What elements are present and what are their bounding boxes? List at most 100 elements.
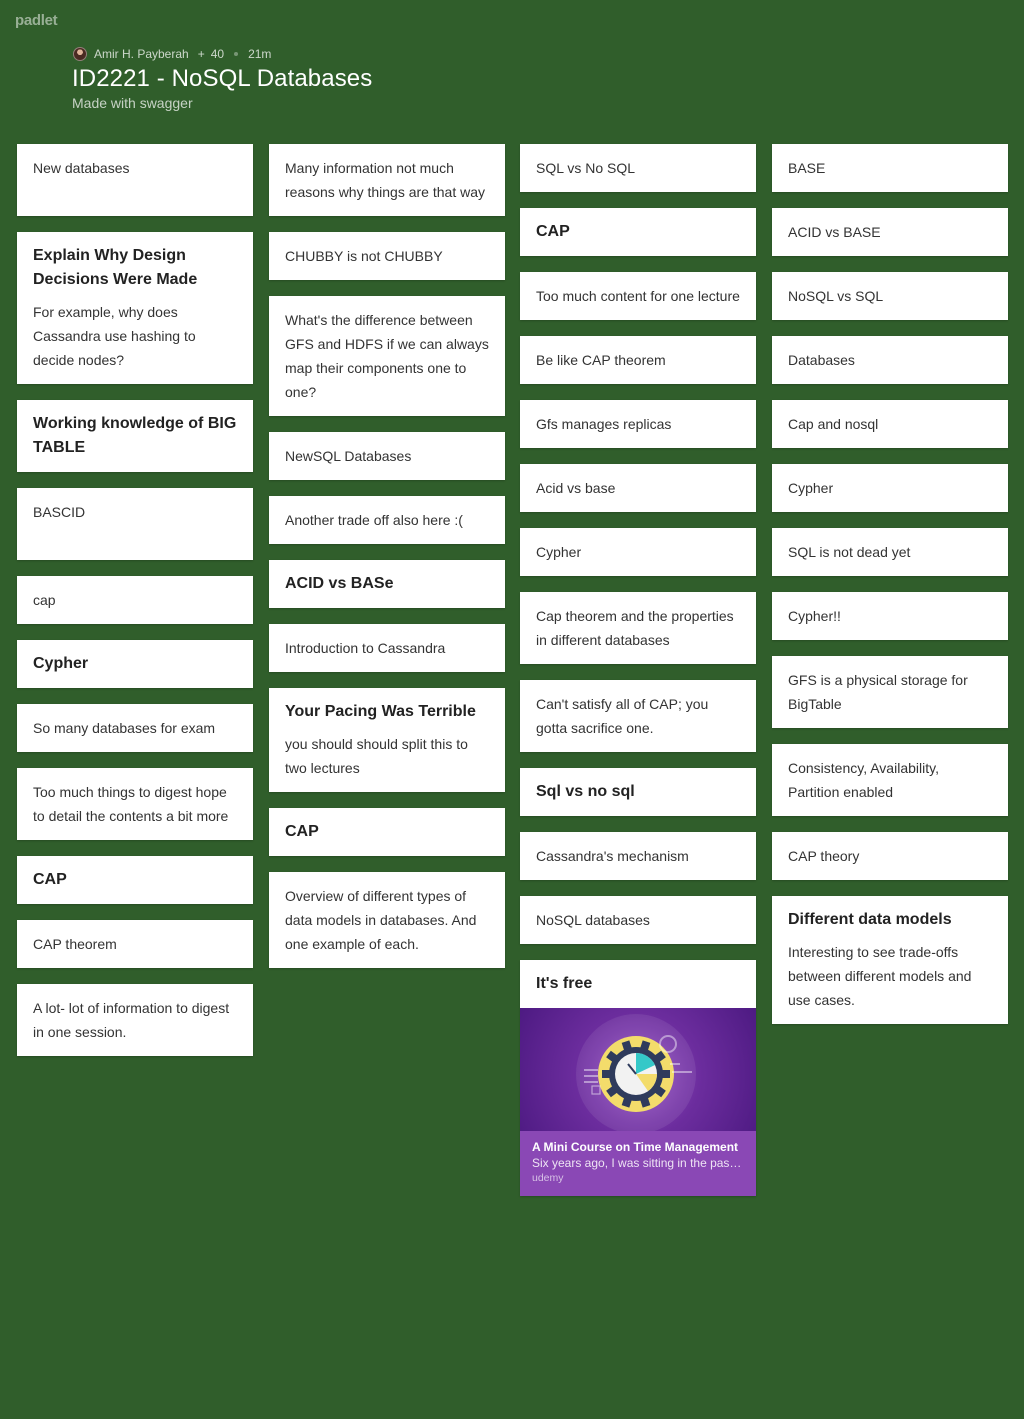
post-body: Can't satisfy all of CAP; you gotta sacr…: [536, 696, 709, 736]
post-card[interactable]: Different data models Interesting to see …: [772, 896, 1008, 1024]
time-ago: 21m: [248, 46, 272, 61]
attachment-thumbnail[interactable]: [520, 1008, 756, 1131]
post-card[interactable]: Cassandra's mechanism: [520, 832, 756, 880]
post-body: Be like CAP theorem: [536, 352, 666, 368]
post-body: NewSQL Databases: [285, 448, 412, 464]
post-body: Too much things to digest hope to detail…: [33, 784, 229, 824]
post-body: So many databases for exam: [33, 720, 216, 736]
column-3: SQL vs No SQL CAP Too much content for one…: [520, 144, 756, 1212]
post-body: BASCID: [33, 504, 86, 520]
post-body: CAP theory: [788, 848, 860, 864]
post-card[interactable]: NewSQL Databases: [269, 432, 505, 480]
board-title: ID2221 - NoSQL Databases: [72, 65, 373, 92]
post-card[interactable]: Working knowledge of BIG TABLE: [17, 400, 253, 472]
post-card[interactable]: Your Pacing Was Terrible you should shou…: [269, 688, 505, 792]
post-card[interactable]: Gfs manages replicas: [520, 400, 756, 448]
board-subtitle: Made with swagger: [72, 95, 193, 111]
post-subject: CAP: [33, 871, 67, 888]
post-card[interactable]: Too much things to digest hope to detail…: [17, 768, 253, 840]
post-card[interactable]: SQL vs No SQL: [520, 144, 756, 192]
post-card[interactable]: CAP: [520, 208, 756, 256]
post-body: GFS is a physical storage for BigTable: [788, 672, 968, 712]
post-body: NoSQL vs SQL: [788, 288, 884, 304]
post-subject: Explain Why Design Decisions Were Made: [33, 247, 198, 288]
column-4: BASE ACID vs BASE NoSQL vs SQL Databases Cap…: [772, 144, 1008, 1040]
post-card[interactable]: Cap theorem and the properties in differ…: [520, 592, 756, 664]
author-avatar[interactable]: [73, 46, 87, 61]
attachment-description: Six years ago, I was sitting in the pas…: [532, 1156, 742, 1170]
post-card[interactable]: ACID vs BASE: [772, 208, 1008, 256]
post-card[interactable]: A lot- lot of information to digest in o…: [17, 984, 253, 1056]
post-card[interactable]: Be like CAP theorem: [520, 336, 756, 384]
post-body: BASE: [788, 160, 826, 176]
post-card[interactable]: Introduction to Cassandra: [269, 624, 505, 672]
post-card[interactable]: GFS is a physical storage for BigTable: [772, 656, 1008, 728]
post-subject: Different data models: [788, 911, 952, 928]
attachment-title: A Mini Course on Time Management: [532, 1140, 739, 1154]
post-card[interactable]: What's the difference between GFS and HD…: [269, 296, 505, 416]
post-subject: Cypher: [33, 655, 89, 672]
post-subject: Your Pacing Was Terrible: [285, 703, 476, 720]
post-subject: Sql vs no sql: [536, 783, 635, 800]
padlet-logo[interactable]: padlet: [15, 12, 58, 29]
post-card[interactable]: Explain Why Design Decisions Were Made Fo…: [17, 232, 253, 384]
post-card[interactable]: New databases: [17, 144, 253, 216]
post-body: Cap theorem and the properties in differ…: [536, 608, 734, 648]
post-body: For example, why does Cassandra use hash…: [33, 304, 196, 368]
post-body: Interesting to see trade-offs between di…: [788, 944, 972, 1008]
plus-icon: +: [197, 46, 205, 61]
post-card[interactable]: NoSQL databases: [520, 896, 756, 944]
attachment-preview[interactable]: A Mini Course on Time Management Six year…: [520, 1131, 756, 1196]
post-card[interactable]: CAP: [269, 808, 505, 856]
post-card[interactable]: NoSQL vs SQL: [772, 272, 1008, 320]
board-meta: Amir H. Payberah + 40 21m: [73, 45, 372, 62]
post-card[interactable]: Can't satisfy all of CAP; you gotta sacr…: [520, 680, 756, 752]
post-card[interactable]: Cypher: [772, 464, 1008, 512]
post-body: Another trade off also here :(: [285, 512, 463, 528]
post-subject: CAP: [285, 823, 319, 840]
post-card[interactable]: Sql vs no sql: [520, 768, 756, 816]
post-card[interactable]: Cypher: [520, 528, 756, 576]
post-card[interactable]: So many databases for exam: [17, 704, 253, 752]
post-body: cap: [33, 592, 56, 608]
post-card[interactable]: CAP theorem: [17, 920, 253, 968]
post-card[interactable]: Another trade off also here :(: [269, 496, 505, 544]
post-subject: ACID vs BASe: [285, 575, 394, 592]
post-body: Cypher: [788, 480, 834, 496]
post-body: New databases: [33, 160, 130, 176]
post-body: ACID vs BASE: [788, 224, 881, 240]
post-subject: It's free: [536, 975, 593, 992]
post-card[interactable]: cap: [17, 576, 253, 624]
post-card[interactable]: Databases: [772, 336, 1008, 384]
post-body: SQL vs No SQL: [536, 160, 636, 176]
clock-gear-icon: [576, 1014, 696, 1131]
post-body: CHUBBY is not CHUBBY: [285, 248, 443, 264]
post-card[interactable]: Cap and nosql: [772, 400, 1008, 448]
post-card[interactable]: Overview of different types of data mode…: [269, 872, 505, 968]
post-subject: CAP: [536, 223, 570, 240]
post-card[interactable]: SQL is not dead yet: [772, 528, 1008, 576]
post-card[interactable]: CAP theory: [772, 832, 1008, 880]
post-body: Cassandra's mechanism: [536, 848, 689, 864]
board-header: Amir H. Payberah + 40 21m ID2221 - NoSQL…: [72, 45, 372, 111]
post-card[interactable]: Cypher: [17, 640, 253, 688]
author-name[interactable]: Amir H. Payberah: [94, 47, 189, 61]
post-card[interactable]: Too much content for one lecture: [520, 272, 756, 320]
post-card[interactable]: BASCID: [17, 488, 253, 560]
post-card[interactable]: Acid vs base: [520, 464, 756, 512]
post-card[interactable]: It's free A Mini Course on Time Managemen…: [520, 960, 756, 1196]
post-card[interactable]: Consistency, Availability, Partition ena…: [772, 744, 1008, 816]
post-card[interactable]: Many information not much reasons why th…: [269, 144, 505, 216]
post-card[interactable]: Cypher!!: [772, 592, 1008, 640]
post-subject: Working knowledge of BIG TABLE: [33, 415, 237, 456]
post-body: Cap and nosql: [788, 416, 879, 432]
post-body: Cypher: [536, 544, 582, 560]
post-body: What's the difference between GFS and HD…: [285, 312, 489, 400]
post-card[interactable]: CAP: [17, 856, 253, 904]
post-body: you should should split this to two lect…: [285, 736, 468, 776]
post-body: Cypher!!: [788, 608, 841, 624]
post-card[interactable]: ACID vs BASe: [269, 560, 505, 608]
attachment-source: udemy: [532, 1172, 564, 1184]
post-card[interactable]: CHUBBY is not CHUBBY: [269, 232, 505, 280]
post-card[interactable]: BASE: [772, 144, 1008, 192]
